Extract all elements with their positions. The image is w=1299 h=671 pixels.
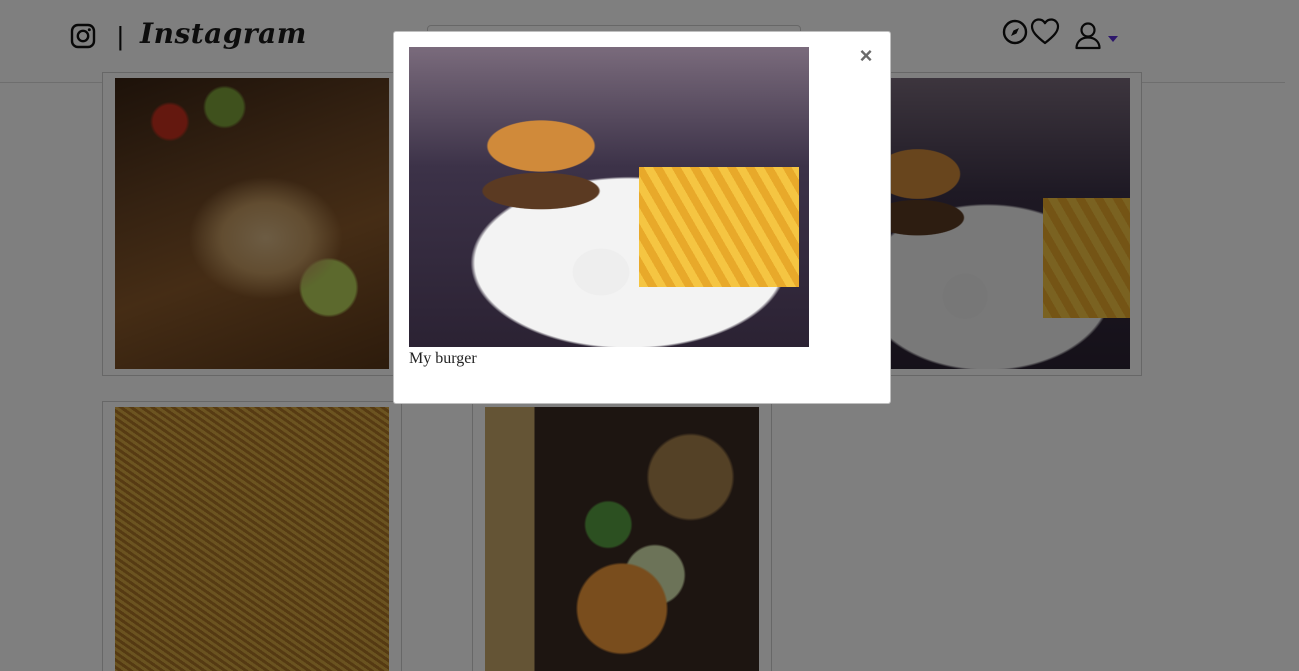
modal-caption: My burger [409,350,477,367]
modal-photo-burger [409,47,809,347]
close-icon[interactable]: × [856,45,876,67]
page: | Instagram [0,0,1299,671]
photo-modal: My burger × [393,31,891,404]
